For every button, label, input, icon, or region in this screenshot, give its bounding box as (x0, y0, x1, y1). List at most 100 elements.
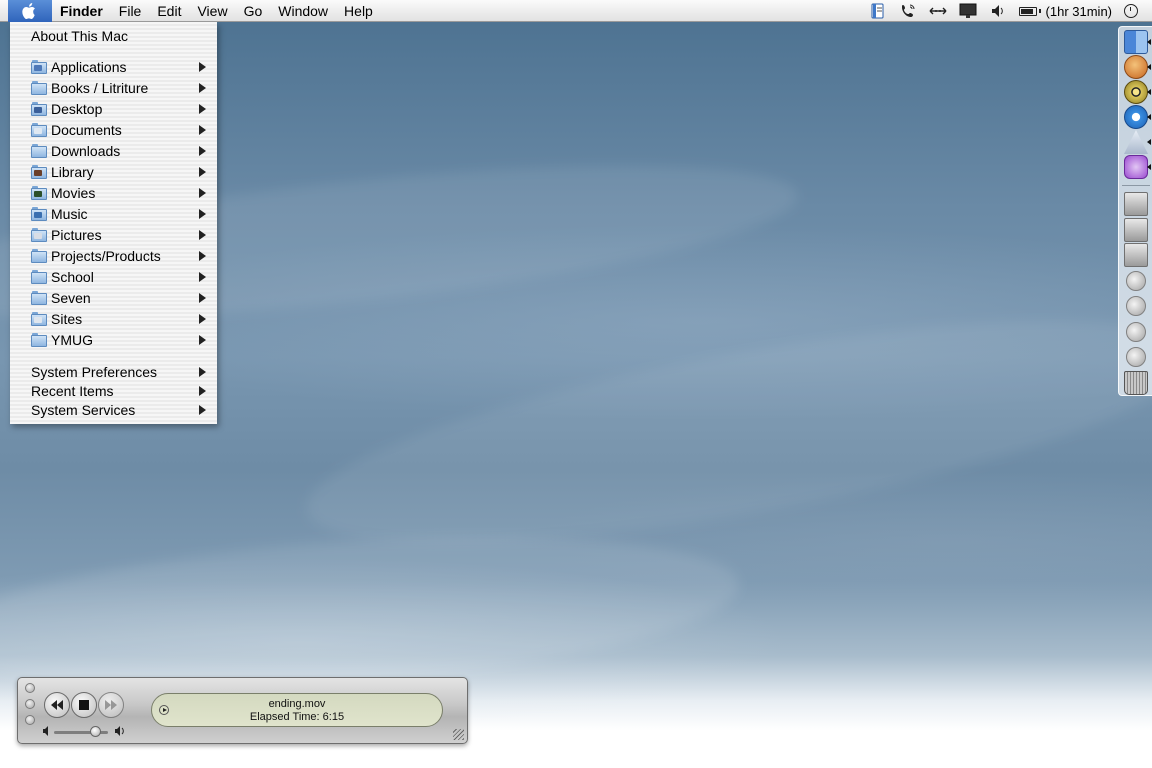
rewind-button[interactable] (44, 692, 70, 718)
folder-icon (31, 332, 47, 347)
submenu-arrow-icon (199, 167, 206, 177)
apple-menu-folder-item[interactable]: Movies (10, 182, 217, 203)
dock-running-indicator (1147, 139, 1151, 145)
dock-running-indicator (1147, 89, 1151, 95)
submenu-arrow-icon (199, 146, 206, 156)
submenu-arrow-icon (199, 209, 206, 219)
menu-item-label: Music (51, 205, 88, 222)
apple-menu-button[interactable] (8, 0, 52, 22)
menu-item-label: Movies (51, 184, 96, 201)
menu-extras: (1hr 31min) (869, 0, 1152, 22)
fast-forward-button[interactable] (98, 692, 124, 718)
menu-help[interactable]: Help (336, 0, 381, 22)
zoom-button[interactable] (25, 715, 35, 725)
internet-explorer-icon[interactable] (1124, 105, 1148, 129)
submenu-arrow-icon (199, 125, 206, 135)
submenu-arrow-icon (199, 104, 206, 114)
menu-view[interactable]: View (189, 0, 235, 22)
menu-item-label: Pictures (51, 226, 102, 243)
hard-disk-icon[interactable] (1124, 243, 1148, 267)
network-volume-icon[interactable] (1126, 270, 1146, 291)
system-preferences-item[interactable]: System Preferences (10, 361, 217, 382)
menu-item-label: Desktop (51, 100, 103, 117)
desktop-folder-icon (31, 101, 47, 116)
apple-menu-folder-item[interactable]: Desktop (10, 98, 217, 119)
finder-icon[interactable] (1124, 30, 1148, 54)
apple-menu-folder-item[interactable]: Seven (10, 287, 217, 308)
folder-icon (31, 248, 47, 263)
documents-folder-icon (31, 122, 47, 137)
library-folder-icon (31, 164, 47, 179)
resize-handle[interactable] (453, 729, 464, 740)
emacs-icon[interactable] (1124, 155, 1148, 179)
menu-go[interactable]: Go (236, 0, 271, 22)
apple-menu-folder-item[interactable]: Books / Litriture (10, 77, 217, 98)
recent-items-item[interactable]: Recent Items (10, 380, 217, 401)
menu-item-label: Documents (51, 121, 122, 138)
stop-icon (79, 700, 89, 710)
network-volume-icon[interactable] (1126, 321, 1146, 342)
hard-disk-icon[interactable] (1124, 217, 1148, 242)
submenu-arrow-icon (199, 62, 206, 72)
submenu-arrow-icon (199, 335, 206, 345)
menu-item-label: Projects/Products (51, 247, 161, 264)
apple-menu-folder-item[interactable]: School (10, 266, 217, 287)
menu-finder[interactable]: Finder (52, 0, 111, 22)
about-this-mac-item[interactable]: About This Mac (10, 25, 217, 46)
submenu-arrow-icon (199, 367, 206, 377)
minimize-button[interactable] (25, 699, 35, 709)
menu-window[interactable]: Window (270, 0, 336, 22)
apple-menu-folder-item[interactable]: Pictures (10, 224, 217, 245)
submenu-arrow-icon (199, 314, 206, 324)
submenu-arrow-icon (199, 83, 206, 93)
sites-folder-icon (31, 311, 47, 326)
display-icon[interactable] (959, 3, 977, 19)
phone-icon[interactable] (899, 3, 917, 19)
hard-disk-icon[interactable] (1124, 192, 1148, 216)
apple-menu-folder-item[interactable]: Applications (10, 56, 217, 77)
apple-menu-folder-item[interactable]: Music (10, 203, 217, 224)
ichat-icon[interactable] (1124, 55, 1148, 79)
stop-button[interactable] (71, 692, 97, 718)
apple-menu-folder-item[interactable]: Projects/Products (10, 245, 217, 266)
trash-icon[interactable] (1124, 370, 1148, 395)
lcd-display: ending.mov Elapsed Time: 6:15 (151, 693, 443, 727)
volume-icon[interactable] (989, 3, 1007, 19)
network-icon[interactable] (929, 3, 947, 19)
network-volume-icon[interactable] (1126, 296, 1146, 316)
submenu-arrow-icon (199, 293, 206, 303)
volume-high-icon (115, 726, 124, 736)
mail-icon[interactable] (1124, 130, 1148, 154)
system-services-item[interactable]: System Services (10, 399, 217, 420)
folder-icon (31, 143, 47, 158)
music-folder-icon (31, 206, 47, 221)
submenu-arrow-icon (199, 386, 206, 396)
apple-menu-folder-item[interactable]: YMUG (10, 329, 217, 350)
itunes-icon[interactable] (1124, 80, 1148, 104)
apple-menu-folder-item[interactable]: Sites (10, 308, 217, 329)
apple-menu-folder-item[interactable]: Downloads (10, 140, 217, 161)
close-button[interactable] (25, 683, 35, 693)
script-icon[interactable] (869, 3, 887, 19)
fast-forward-icon (105, 700, 117, 710)
dock-separator (1122, 185, 1150, 186)
folder-icon (31, 269, 47, 284)
apple-menu-dropdown: About This Mac Applications Books / Litri… (10, 22, 217, 424)
volume-slider-thumb[interactable] (89, 726, 101, 737)
apple-menu-folder-item[interactable]: Documents (10, 119, 217, 140)
dock-running-indicator (1147, 64, 1151, 70)
network-volume-icon[interactable] (1126, 347, 1146, 367)
menu-item-label: Sites (51, 310, 83, 327)
apple-menu-folder-item[interactable]: Library (10, 161, 217, 182)
menu-item-label: Recent Items (31, 382, 114, 399)
clock-icon[interactable] (1124, 4, 1138, 18)
submenu-arrow-icon (199, 405, 206, 415)
battery-status[interactable]: (1hr 31min) (1018, 4, 1112, 19)
folder-icon (31, 80, 47, 95)
menu-file[interactable]: File (111, 0, 150, 22)
submenu-arrow-icon (199, 251, 206, 261)
movies-folder-icon (31, 185, 47, 200)
menu-edit[interactable]: Edit (149, 0, 189, 22)
dock-running-indicator (1147, 164, 1151, 170)
battery-icon (1018, 6, 1037, 16)
